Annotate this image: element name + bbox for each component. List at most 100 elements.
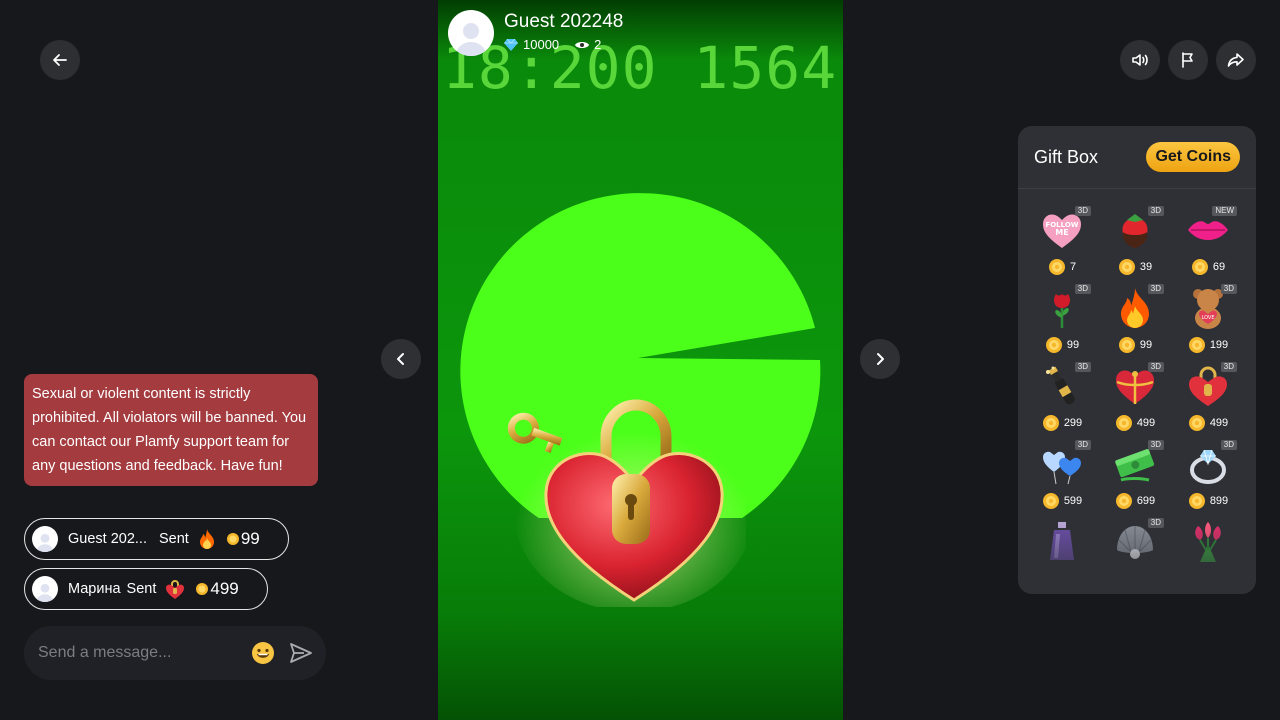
- gift-item[interactable]: 3D 99: [1026, 282, 1099, 360]
- fire-icon: [199, 529, 214, 549]
- coin-icon: [1118, 337, 1135, 353]
- eye-icon: [575, 41, 590, 48]
- coin-icon: [1188, 493, 1205, 509]
- chevron-left-icon: [397, 353, 404, 365]
- gift-tag-badge: 3D: [1074, 206, 1091, 216]
- gift-price-value: 699: [1136, 495, 1156, 507]
- gift-item[interactable]: 3D 699: [1099, 438, 1172, 516]
- gift-tag-badge: 3D: [1220, 284, 1237, 294]
- host-name: Guest 202248: [504, 11, 624, 32]
- volume-icon: [1132, 54, 1148, 66]
- gift-price: 699: [1099, 493, 1172, 509]
- volume-button[interactable]: [1120, 40, 1160, 80]
- message-composer: [24, 626, 326, 680]
- next-stream-button[interactable]: [860, 339, 900, 379]
- gift-box-panel: Gift Box Get Coins FOLLOW ME 3D 7 3D 39 NEW 69 3…: [1018, 126, 1256, 594]
- coin-icon: [1048, 259, 1065, 275]
- arrow-left-icon: [53, 54, 67, 66]
- gift-item[interactable]: NEW 69: [1172, 204, 1245, 282]
- coin-icon: [1115, 415, 1132, 431]
- svg-text:LOVE: LOVE: [1201, 315, 1214, 321]
- gift-price: 99: [1026, 337, 1099, 353]
- share-button[interactable]: [1216, 40, 1256, 80]
- heart-lock-icon: [166, 580, 185, 599]
- chevron-right-icon: [877, 353, 884, 365]
- live-video[interactable]: 18:200 1564: [438, 0, 843, 720]
- gift-price-value: 7: [1069, 261, 1077, 273]
- chat-gift-message: Марина Sent 499: [24, 568, 268, 610]
- gift-price: 199: [1172, 337, 1245, 353]
- person-silhouette-icon: [36, 533, 54, 552]
- coin-icon: [1188, 337, 1205, 353]
- gift-price: 599: [1026, 493, 1099, 509]
- gift-item[interactable]: 3D 499: [1172, 360, 1245, 438]
- gift-price: 7: [1026, 259, 1099, 275]
- gift-action-text: Sent: [159, 531, 189, 547]
- gift-price-value: 99: [1066, 339, 1080, 351]
- gift-price: 299: [1026, 415, 1099, 431]
- gift-item[interactable]: LOVE 3D 199: [1172, 282, 1245, 360]
- heart-lock-image: [507, 399, 746, 607]
- gift-price-value: 99: [1139, 339, 1153, 351]
- gift-tag-badge: 3D: [1074, 440, 1091, 450]
- coin-icon: [1042, 415, 1059, 431]
- coin-icon: [1188, 415, 1205, 431]
- coin-icon: [226, 533, 239, 545]
- person-silhouette-icon: [455, 23, 487, 56]
- gift-item[interactable]: 3D 899: [1172, 438, 1245, 516]
- gift-action-text: Sent: [126, 581, 157, 597]
- coin-icon: [1042, 493, 1059, 509]
- gift-price-value: 599: [1063, 495, 1083, 507]
- send-icon[interactable]: [288, 640, 314, 666]
- gift-item[interactable]: 3D 299: [1026, 360, 1099, 438]
- coin-icon: [1115, 493, 1132, 509]
- back-button[interactable]: [40, 40, 80, 80]
- gift-price: 499: [1099, 415, 1172, 431]
- svg-text:ME: ME: [1055, 228, 1068, 237]
- previous-stream-button[interactable]: [381, 339, 421, 379]
- coin-icon: [1191, 259, 1208, 275]
- diamond-icon: [504, 38, 518, 51]
- sender-name[interactable]: Марина: [68, 581, 121, 597]
- gift-box-title: Gift Box: [1034, 146, 1099, 167]
- gift-price: 39: [1099, 259, 1172, 275]
- gift-price-value: 39: [1139, 261, 1153, 273]
- host-avatar[interactable]: [448, 10, 494, 56]
- gift-price-value: 499: [1136, 417, 1156, 429]
- gift-price: 99: [1099, 337, 1172, 353]
- avatar[interactable]: [32, 526, 58, 552]
- share-icon: [1227, 53, 1244, 67]
- avatar[interactable]: [32, 576, 58, 602]
- sender-name[interactable]: Guest 202...: [68, 531, 147, 547]
- gift-item[interactable]: 3D 499: [1099, 360, 1172, 438]
- gift-price: 499: [1172, 415, 1245, 431]
- coin-icon: [196, 583, 209, 595]
- person-silhouette-icon: [36, 583, 54, 602]
- viewer-count: 2: [594, 37, 602, 52]
- gift-price-value: 199: [1209, 339, 1229, 351]
- get-coins-button[interactable]: Get Coins: [1146, 142, 1240, 172]
- scroll-fade: [1018, 522, 1256, 594]
- host-info-bar: Guest 202248 10000 2: [448, 10, 623, 56]
- gift-tag-badge: 3D: [1074, 284, 1091, 294]
- gift-price: 899: [1172, 493, 1245, 509]
- gift-tag-badge: 3D: [1147, 440, 1164, 450]
- gift-item[interactable]: 3D 39: [1099, 204, 1172, 282]
- gift-item[interactable]: 3D 599: [1026, 438, 1099, 516]
- gift-tag-badge: 3D: [1220, 362, 1237, 372]
- gift-tag-badge: 3D: [1147, 284, 1164, 294]
- gift-item[interactable]: 3D 99: [1099, 282, 1172, 360]
- emoji-icon[interactable]: [250, 640, 276, 666]
- gift-tag-badge: 3D: [1147, 206, 1164, 216]
- gift-amount: 499: [210, 579, 239, 598]
- flag-icon: [1182, 52, 1193, 68]
- gift-tag-badge: 3D: [1074, 362, 1091, 372]
- gift-price-value: 69: [1212, 261, 1226, 273]
- gift-tag-badge: 3D: [1147, 362, 1164, 372]
- message-input[interactable]: [38, 644, 250, 662]
- gift-tag-badge: NEW: [1212, 206, 1237, 216]
- coin-icon: [1118, 259, 1135, 275]
- gift-item[interactable]: FOLLOW ME 3D 7: [1026, 204, 1099, 282]
- coin-icon: [1045, 337, 1062, 353]
- report-button[interactable]: [1168, 40, 1208, 80]
